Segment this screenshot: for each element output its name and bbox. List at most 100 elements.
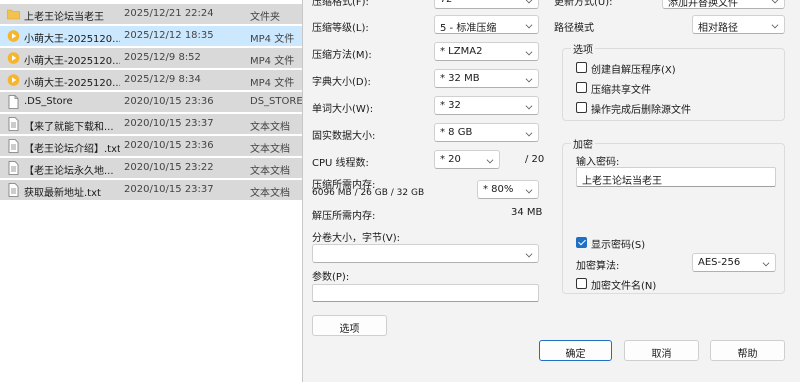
solid-block-select[interactable]: * 8 GB bbox=[434, 123, 539, 142]
chevron-down-icon bbox=[525, 21, 533, 29]
path-mode-select[interactable]: 相对路径 bbox=[692, 15, 785, 34]
delete-after-checkbox[interactable] bbox=[576, 102, 587, 113]
password-input[interactable]: 上老王论坛当老王 bbox=[576, 167, 776, 187]
archive-format-label: 压缩格式(F): bbox=[312, 0, 369, 8]
threads-select[interactable]: * 20 bbox=[434, 150, 500, 169]
chevron-down-icon bbox=[525, 48, 533, 56]
file-row[interactable]: 上老王论坛当老王 2025/12/21 22:24 文件夹 bbox=[0, 4, 302, 24]
file-date: 2025/12/9 8:52 bbox=[124, 52, 201, 63]
file-date: 2020/10/15 23:22 bbox=[124, 162, 214, 173]
update-mode-select[interactable]: 添加并替换文件 bbox=[662, 0, 785, 9]
text-file-icon bbox=[7, 139, 20, 153]
blank-file-icon bbox=[7, 95, 20, 109]
file-name: 小萌大王-2025120... bbox=[24, 34, 120, 45]
chevron-down-icon bbox=[771, 21, 779, 29]
add-to-archive-dialog: 压缩格式(F): 7z 更新方式(U): 添加并替换文件 压缩等级(L): 5 … bbox=[302, 0, 800, 382]
file-date: 2025/12/21 22:24 bbox=[124, 8, 214, 19]
file-name: 获取最新地址.txt bbox=[24, 188, 101, 199]
file-row[interactable]: .DS_Store 2020/10/15 23:36 DS_STORE bbox=[0, 92, 303, 112]
file-row[interactable]: 【老王论坛永久地... 2020/10/15 23:22 文本文档 bbox=[0, 158, 302, 178]
file-date: 2020/10/15 23:37 bbox=[124, 118, 214, 129]
options-group-title: 选项 bbox=[571, 41, 595, 56]
level-label: 压缩等级(L): bbox=[312, 23, 369, 34]
mem-compress-select[interactable]: * 80% bbox=[477, 180, 539, 199]
file-type: 文本文档 bbox=[250, 122, 290, 133]
sfx-checkbox[interactable] bbox=[576, 62, 587, 73]
file-name: 【老王论坛永久地... bbox=[24, 166, 114, 177]
chevron-down-icon bbox=[525, 129, 533, 137]
update-mode-label: 更新方式(U): bbox=[554, 0, 613, 8]
file-date: 2020/10/15 23:36 bbox=[124, 96, 214, 107]
file-name: 小萌大王-2025120... bbox=[24, 56, 120, 67]
file-name: 上老王论坛当老王 bbox=[24, 12, 104, 23]
password-label: 输入密码: bbox=[576, 157, 620, 168]
mem-decompress-value: 34 MB bbox=[511, 207, 543, 218]
video-file-icon bbox=[7, 29, 20, 43]
file-type: 文本文档 bbox=[250, 166, 290, 177]
file-type: 文本文档 bbox=[250, 144, 290, 155]
video-file-icon bbox=[7, 51, 20, 65]
word-size-select[interactable]: * 32 bbox=[434, 96, 539, 115]
file-date: 2020/10/15 23:36 bbox=[124, 140, 214, 151]
dict-size-label: 字典大小(D): bbox=[312, 77, 371, 88]
file-type: 文本文档 bbox=[250, 188, 290, 199]
split-label: 分卷大小，字节(V): bbox=[312, 233, 401, 244]
threads-label: CPU 线程数: bbox=[312, 158, 369, 169]
cancel-button[interactable]: 取消 bbox=[624, 340, 699, 361]
level-select[interactable]: 5 - 标准压缩 bbox=[434, 15, 539, 34]
file-name: .DS_Store bbox=[24, 96, 73, 107]
file-date: 2025/12/9 8:34 bbox=[124, 74, 201, 85]
chevron-down-icon bbox=[525, 186, 533, 194]
file-name: 【来了就能下载和... bbox=[24, 122, 114, 133]
folder-icon bbox=[7, 7, 20, 21]
split-select[interactable] bbox=[312, 244, 539, 263]
chevron-down-icon bbox=[525, 102, 533, 110]
file-row[interactable]: 小萌大王-2025120... 2025/12/9 8:52 MP4 文件 bbox=[0, 48, 302, 68]
file-type: MP4 文件 bbox=[250, 56, 295, 67]
file-type: MP4 文件 bbox=[250, 34, 295, 45]
shared-files-label: 压缩共享文件 bbox=[591, 85, 651, 96]
text-file-icon bbox=[7, 117, 20, 131]
show-password-checkbox[interactable] bbox=[576, 237, 587, 248]
chevron-down-icon bbox=[525, 0, 533, 4]
video-file-icon bbox=[7, 73, 20, 87]
file-row[interactable]: 【来了就能下载和... 2020/10/15 23:37 文本文档 bbox=[0, 114, 302, 134]
mem-compress-detail: 6096 MB / 26 GB / 32 GB bbox=[312, 188, 425, 198]
text-file-icon bbox=[7, 161, 20, 175]
archive-format-select[interactable]: 7z bbox=[434, 0, 539, 9]
shared-files-checkbox[interactable] bbox=[576, 82, 587, 93]
params-input[interactable] bbox=[312, 284, 539, 302]
file-date: 2025/12/12 18:35 bbox=[124, 30, 214, 41]
method-label: 压缩方法(M): bbox=[312, 50, 372, 61]
chevron-down-icon bbox=[486, 156, 494, 164]
encryption-method-label: 加密算法: bbox=[576, 261, 620, 272]
chevron-down-icon bbox=[525, 75, 533, 83]
word-size-label: 单词大小(W): bbox=[312, 104, 374, 115]
text-file-icon bbox=[7, 183, 20, 197]
encrypt-names-checkbox[interactable] bbox=[576, 278, 587, 289]
path-mode-label: 路径模式 bbox=[554, 23, 594, 34]
file-row[interactable]: 小萌大王-2025120... 2025/12/9 8:34 MP4 文件 bbox=[0, 70, 302, 90]
delete-after-label: 操作完成后删除源文件 bbox=[591, 105, 691, 116]
sfx-label: 创建自解压程序(X) bbox=[591, 65, 676, 76]
help-button[interactable]: 帮助 bbox=[710, 340, 785, 361]
file-name: 小萌大王-2025120... bbox=[24, 78, 120, 89]
encrypt-names-label: 加密文件名(N) bbox=[591, 281, 657, 292]
dict-size-select[interactable]: * 32 MB bbox=[434, 69, 539, 88]
method-select[interactable]: * LZMA2 bbox=[434, 42, 539, 61]
chevron-down-icon bbox=[762, 259, 770, 267]
ok-button[interactable]: 确定 bbox=[539, 340, 612, 361]
threads-max: / 20 bbox=[525, 154, 545, 165]
file-name: 【老王论坛介绍】.txt bbox=[24, 144, 120, 155]
file-type: DS_STORE bbox=[250, 96, 303, 107]
file-row[interactable]: 获取最新地址.txt 2020/10/15 23:37 文本文档 bbox=[0, 180, 302, 200]
file-row[interactable]: 【老王论坛介绍】.txt 2020/10/15 23:36 文本文档 bbox=[0, 136, 302, 156]
file-list: 上老王论坛当老王 2025/12/21 22:24 文件夹小萌大王-2025120.… bbox=[0, 0, 303, 382]
file-row[interactable]: 小萌大王-2025120... 2025/12/12 18:35 MP4 文件 bbox=[0, 26, 302, 46]
mem-decompress-label: 解压所需内存: bbox=[312, 211, 376, 222]
show-password-label: 显示密码(S) bbox=[591, 240, 646, 251]
encryption-group-title: 加密 bbox=[571, 136, 595, 151]
encryption-method-select[interactable]: AES-256 bbox=[692, 253, 776, 272]
file-type: 文件夹 bbox=[250, 12, 280, 23]
options-button[interactable]: 选项 bbox=[312, 315, 387, 336]
